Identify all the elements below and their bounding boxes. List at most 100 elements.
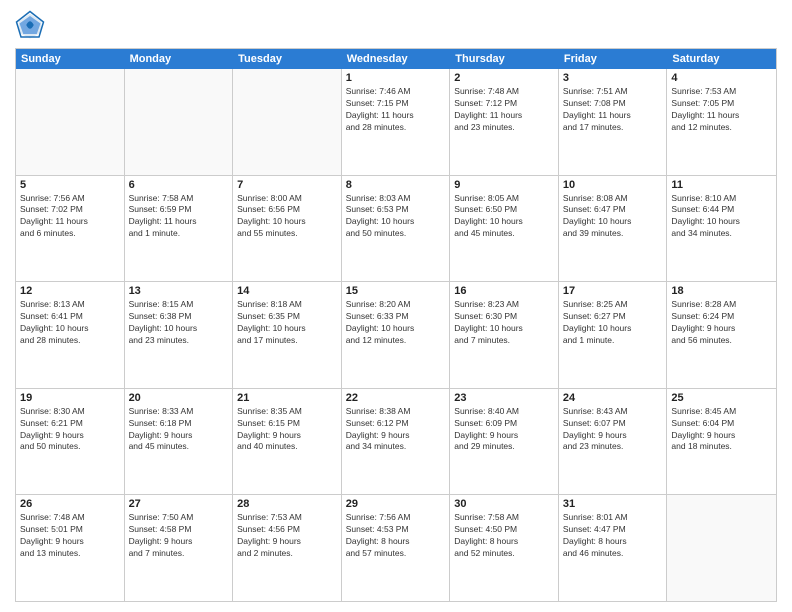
day-info: Sunrise: 7:48 AM Sunset: 7:12 PM Dayligh… bbox=[454, 86, 554, 134]
day-cell: 4Sunrise: 7:53 AM Sunset: 7:05 PM Daylig… bbox=[667, 69, 776, 175]
week-row: 1 Sunrise: 7:46 AM Sunset: 7:15 PM Daylig… bbox=[16, 69, 776, 176]
day-cell: 28 Sunrise: 7:53 AM Sunset: 4:56 PM Dayli… bbox=[233, 495, 342, 601]
day-cell: 23 Sunrise: 8:40 AM Sunset: 6:09 PM Dayli… bbox=[450, 389, 559, 495]
day-cell: 10 Sunrise: 8:08 AM Sunset: 6:47 PM Dayli… bbox=[559, 176, 668, 282]
day-number: 14 bbox=[237, 285, 337, 297]
day-info: Sunrise: 8:20 AM Sunset: 6:33 PM Dayligh… bbox=[346, 299, 446, 347]
day-info: Sunrise: 8:18 AM Sunset: 6:35 PM Dayligh… bbox=[237, 299, 337, 347]
week-row: 26 Sunrise: 7:48 AM Sunset: 5:01 PM Dayli… bbox=[16, 495, 776, 601]
day-cell: 1 Sunrise: 7:46 AM Sunset: 7:15 PM Daylig… bbox=[342, 69, 451, 175]
day-info: Sunrise: 7:50 AM Sunset: 4:58 PM Dayligh… bbox=[129, 512, 229, 560]
day-info: Sunrise: 8:08 AM Sunset: 6:47 PM Dayligh… bbox=[563, 193, 663, 241]
day-info: Sunrise: 8:25 AM Sunset: 6:27 PM Dayligh… bbox=[563, 299, 663, 347]
day-number: 21 bbox=[237, 392, 337, 404]
day-cell: 8 Sunrise: 8:03 AM Sunset: 6:53 PM Daylig… bbox=[342, 176, 451, 282]
day-cell: 29Sunrise: 7:56 AM Sunset: 4:53 PM Dayli… bbox=[342, 495, 451, 601]
day-cell: 2 Sunrise: 7:48 AM Sunset: 7:12 PM Daylig… bbox=[450, 69, 559, 175]
day-cell: 14 Sunrise: 8:18 AM Sunset: 6:35 PM Dayli… bbox=[233, 282, 342, 388]
logo bbox=[15, 10, 49, 40]
day-info: Sunrise: 7:48 AM Sunset: 5:01 PM Dayligh… bbox=[20, 512, 120, 560]
day-info: Sunrise: 8:01 AM Sunset: 4:47 PM Dayligh… bbox=[563, 512, 663, 560]
day-cell: 6 Sunrise: 7:58 AM Sunset: 6:59 PM Daylig… bbox=[125, 176, 234, 282]
day-number: 23 bbox=[454, 392, 554, 404]
day-cell: 11Sunrise: 8:10 AM Sunset: 6:44 PM Dayli… bbox=[667, 176, 776, 282]
day-number: 2 bbox=[454, 72, 554, 84]
day-number: 19 bbox=[20, 392, 120, 404]
day-info: Sunrise: 8:00 AM Sunset: 6:56 PM Dayligh… bbox=[237, 193, 337, 241]
day-info: Sunrise: 8:13 AM Sunset: 6:41 PM Dayligh… bbox=[20, 299, 120, 347]
calendar: SundayMondayTuesdayWednesdayThursdayFrid… bbox=[15, 48, 777, 602]
day-cell: 17 Sunrise: 8:25 AM Sunset: 6:27 PM Dayli… bbox=[559, 282, 668, 388]
day-number: 1 bbox=[346, 72, 446, 84]
day-number: 10 bbox=[563, 179, 663, 191]
day-cell bbox=[16, 69, 125, 175]
day-number: 7 bbox=[237, 179, 337, 191]
day-number: 6 bbox=[129, 179, 229, 191]
day-info: Sunrise: 7:56 AM Sunset: 7:02 PM Dayligh… bbox=[20, 193, 120, 241]
day-info: Sunrise: 7:53 AM Sunset: 4:56 PM Dayligh… bbox=[237, 512, 337, 560]
day-cell: 30 Sunrise: 7:58 AM Sunset: 4:50 PM Dayli… bbox=[450, 495, 559, 601]
day-number: 17 bbox=[563, 285, 663, 297]
day-cell: 27 Sunrise: 7:50 AM Sunset: 4:58 PM Dayli… bbox=[125, 495, 234, 601]
day-number: 8 bbox=[346, 179, 446, 191]
day-info: Sunrise: 7:58 AM Sunset: 4:50 PM Dayligh… bbox=[454, 512, 554, 560]
week-row: 12 Sunrise: 8:13 AM Sunset: 6:41 PM Dayli… bbox=[16, 282, 776, 389]
day-header: Saturday bbox=[667, 49, 776, 69]
logo-icon bbox=[15, 10, 45, 40]
page: SundayMondayTuesdayWednesdayThursdayFrid… bbox=[0, 0, 792, 612]
day-cell: 13Sunrise: 8:15 AM Sunset: 6:38 PM Dayli… bbox=[125, 282, 234, 388]
day-number: 12 bbox=[20, 285, 120, 297]
day-header: Friday bbox=[559, 49, 668, 69]
day-cell: 12 Sunrise: 8:13 AM Sunset: 6:41 PM Dayli… bbox=[16, 282, 125, 388]
day-info: Sunrise: 8:35 AM Sunset: 6:15 PM Dayligh… bbox=[237, 406, 337, 454]
day-header: Sunday bbox=[16, 49, 125, 69]
day-number: 9 bbox=[454, 179, 554, 191]
day-info: Sunrise: 8:33 AM Sunset: 6:18 PM Dayligh… bbox=[129, 406, 229, 454]
day-cell: 24Sunrise: 8:43 AM Sunset: 6:07 PM Dayli… bbox=[559, 389, 668, 495]
day-number: 5 bbox=[20, 179, 120, 191]
day-number: 27 bbox=[129, 498, 229, 510]
day-info: Sunrise: 8:40 AM Sunset: 6:09 PM Dayligh… bbox=[454, 406, 554, 454]
day-info: Sunrise: 7:46 AM Sunset: 7:15 PM Dayligh… bbox=[346, 86, 446, 134]
day-cell: 22 Sunrise: 8:38 AM Sunset: 6:12 PM Dayli… bbox=[342, 389, 451, 495]
day-number: 28 bbox=[237, 498, 337, 510]
header bbox=[15, 10, 777, 40]
day-cell bbox=[667, 495, 776, 601]
day-cell: 16 Sunrise: 8:23 AM Sunset: 6:30 PM Dayli… bbox=[450, 282, 559, 388]
day-cell: 9 Sunrise: 8:05 AM Sunset: 6:50 PM Daylig… bbox=[450, 176, 559, 282]
day-cell: 5 Sunrise: 7:56 AM Sunset: 7:02 PM Daylig… bbox=[16, 176, 125, 282]
day-number: 16 bbox=[454, 285, 554, 297]
day-info: Sunrise: 8:05 AM Sunset: 6:50 PM Dayligh… bbox=[454, 193, 554, 241]
day-info: Sunrise: 8:10 AM Sunset: 6:44 PM Dayligh… bbox=[671, 193, 772, 241]
day-cell: 20 Sunrise: 8:33 AM Sunset: 6:18 PM Dayli… bbox=[125, 389, 234, 495]
day-header: Wednesday bbox=[342, 49, 451, 69]
day-cell bbox=[233, 69, 342, 175]
day-cell bbox=[125, 69, 234, 175]
day-headers: SundayMondayTuesdayWednesdayThursdayFrid… bbox=[16, 49, 776, 69]
day-cell: 26 Sunrise: 7:48 AM Sunset: 5:01 PM Dayli… bbox=[16, 495, 125, 601]
day-number: 31 bbox=[563, 498, 663, 510]
day-info: Sunrise: 7:51 AM Sunset: 7:08 PM Dayligh… bbox=[563, 86, 663, 134]
day-cell: 21 Sunrise: 8:35 AM Sunset: 6:15 PM Dayli… bbox=[233, 389, 342, 495]
week-row: 5 Sunrise: 7:56 AM Sunset: 7:02 PM Daylig… bbox=[16, 176, 776, 283]
day-info: Sunrise: 8:30 AM Sunset: 6:21 PM Dayligh… bbox=[20, 406, 120, 454]
day-number: 22 bbox=[346, 392, 446, 404]
day-header: Tuesday bbox=[233, 49, 342, 69]
day-header: Thursday bbox=[450, 49, 559, 69]
day-info: Sunrise: 8:23 AM Sunset: 6:30 PM Dayligh… bbox=[454, 299, 554, 347]
day-number: 30 bbox=[454, 498, 554, 510]
day-header: Monday bbox=[125, 49, 234, 69]
day-number: 24 bbox=[563, 392, 663, 404]
day-info: Sunrise: 8:45 AM Sunset: 6:04 PM Dayligh… bbox=[671, 406, 772, 454]
day-info: Sunrise: 7:58 AM Sunset: 6:59 PM Dayligh… bbox=[129, 193, 229, 241]
day-info: Sunrise: 8:38 AM Sunset: 6:12 PM Dayligh… bbox=[346, 406, 446, 454]
day-number: 18 bbox=[671, 285, 772, 297]
day-info: Sunrise: 8:03 AM Sunset: 6:53 PM Dayligh… bbox=[346, 193, 446, 241]
weeks: 1 Sunrise: 7:46 AM Sunset: 7:15 PM Daylig… bbox=[16, 69, 776, 601]
day-number: 15 bbox=[346, 285, 446, 297]
day-info: Sunrise: 7:53 AM Sunset: 7:05 PM Dayligh… bbox=[671, 86, 772, 134]
day-cell: 3Sunrise: 7:51 AM Sunset: 7:08 PM Daylig… bbox=[559, 69, 668, 175]
day-info: Sunrise: 8:15 AM Sunset: 6:38 PM Dayligh… bbox=[129, 299, 229, 347]
day-number: 20 bbox=[129, 392, 229, 404]
day-number: 26 bbox=[20, 498, 120, 510]
